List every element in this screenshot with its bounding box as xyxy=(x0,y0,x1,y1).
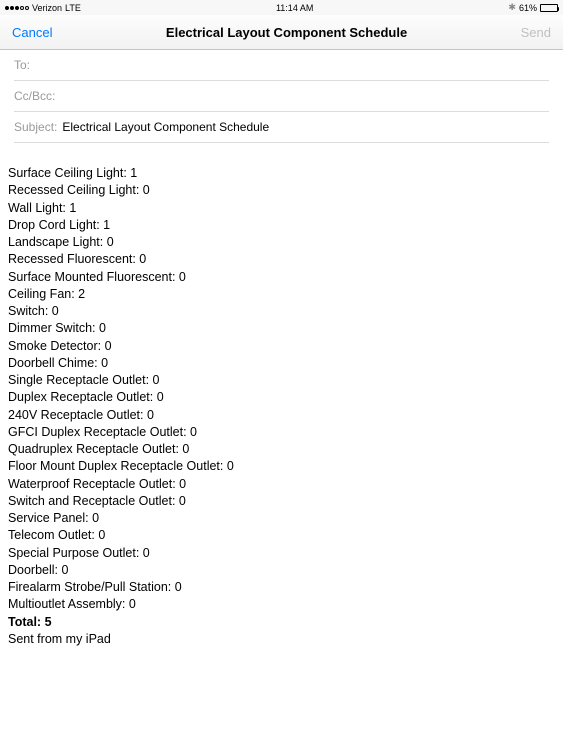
component-line: Surface Ceiling Light: 1 xyxy=(8,165,555,182)
component-line: Special Purpose Outlet: 0 xyxy=(8,545,555,562)
component-line: Switch and Receptacle Outlet: 0 xyxy=(8,493,555,510)
battery-icon xyxy=(540,4,558,12)
component-line: Telecom Outlet: 0 xyxy=(8,527,555,544)
component-line: Floor Mount Duplex Receptacle Outlet: 0 xyxy=(8,458,555,475)
component-line: Duplex Receptacle Outlet: 0 xyxy=(8,389,555,406)
subject-value[interactable]: Electrical Layout Component Schedule xyxy=(62,120,549,134)
nav-title: Electrical Layout Component Schedule xyxy=(166,25,407,40)
total-value: 5 xyxy=(45,615,52,629)
to-field-row[interactable]: To: xyxy=(14,50,549,81)
component-line: Wall Light: 1 xyxy=(8,200,555,217)
component-line: 240V Receptacle Outlet: 0 xyxy=(8,407,555,424)
component-line: Smoke Detector: 0 xyxy=(8,338,555,355)
component-line: Service Panel: 0 xyxy=(8,510,555,527)
bluetooth-icon: ✱ xyxy=(508,2,516,13)
component-line: Drop Cord Light: 1 xyxy=(8,217,555,234)
component-line: Waterproof Receptacle Outlet: 0 xyxy=(8,476,555,493)
cancel-button[interactable]: Cancel xyxy=(12,25,52,40)
total-line: Total: 5 xyxy=(8,614,555,631)
battery-percent: 61% xyxy=(519,3,537,13)
status-bar: Verizon LTE 11:14 AM ✱ 61% xyxy=(0,0,563,15)
compose-fields: To: Cc/Bcc: Subject: Electrical Layout C… xyxy=(0,50,563,143)
subject-label: Subject: xyxy=(14,120,57,134)
component-line: Multioutlet Assembly: 0 xyxy=(8,596,555,613)
component-line: Quadruplex Receptacle Outlet: 0 xyxy=(8,441,555,458)
signal-strength-icon xyxy=(5,6,29,10)
cc-field-row[interactable]: Cc/Bcc: xyxy=(14,81,549,112)
component-list: Surface Ceiling Light: 1Recessed Ceiling… xyxy=(8,165,555,614)
component-line: GFCI Duplex Receptacle Outlet: 0 xyxy=(8,424,555,441)
status-left: Verizon LTE xyxy=(5,3,81,13)
email-body[interactable]: Surface Ceiling Light: 1Recessed Ceiling… xyxy=(0,143,563,658)
email-signature: Sent from my iPad xyxy=(8,631,555,648)
subject-field-row[interactable]: Subject: Electrical Layout Component Sch… xyxy=(14,112,549,143)
send-button[interactable]: Send xyxy=(521,25,551,40)
component-line: Dimmer Switch: 0 xyxy=(8,320,555,337)
component-line: Landscape Light: 0 xyxy=(8,234,555,251)
component-line: Doorbell: 0 xyxy=(8,562,555,579)
component-line: Doorbell Chime: 0 xyxy=(8,355,555,372)
component-line: Recessed Ceiling Light: 0 xyxy=(8,182,555,199)
component-line: Single Receptacle Outlet: 0 xyxy=(8,372,555,389)
component-line: Recessed Fluorescent: 0 xyxy=(8,251,555,268)
component-line: Firealarm Strobe/Pull Station: 0 xyxy=(8,579,555,596)
total-label: Total: xyxy=(8,615,41,629)
network-label: LTE xyxy=(65,3,81,13)
nav-bar: Cancel Electrical Layout Component Sched… xyxy=(0,15,563,50)
component-line: Ceiling Fan: 2 xyxy=(8,286,555,303)
component-line: Surface Mounted Fluorescent: 0 xyxy=(8,269,555,286)
status-time: 11:14 AM xyxy=(276,3,313,13)
cc-label: Cc/Bcc: xyxy=(14,89,55,103)
carrier-label: Verizon xyxy=(32,3,62,13)
component-line: Switch: 0 xyxy=(8,303,555,320)
to-label: To: xyxy=(14,58,30,72)
status-right: ✱ 61% xyxy=(508,2,558,13)
